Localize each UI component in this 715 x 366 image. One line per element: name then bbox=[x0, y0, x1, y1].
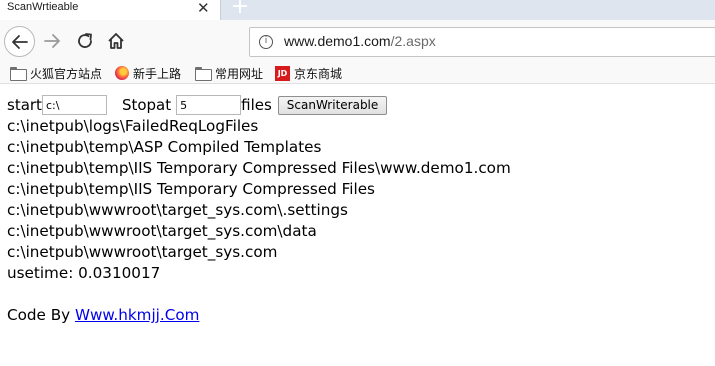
scan-form: start Stopat files ScanWriterable bbox=[7, 94, 707, 116]
results-list: c:\inetpub\logs\FailedReqLogFiles c:\ine… bbox=[7, 116, 707, 263]
page-content: start Stopat files ScanWriterable c:\ine… bbox=[7, 94, 707, 326]
tab-title: ScanWrtieable bbox=[7, 1, 79, 13]
jd-icon: JD bbox=[275, 65, 290, 81]
new-tab-icon[interactable]: + bbox=[229, 0, 251, 18]
forward-arrow-icon[interactable] bbox=[42, 31, 62, 51]
result-line: c:\inetpub\wwwroot\target_sys.com bbox=[7, 243, 278, 261]
stop-label: Stopat bbox=[121, 96, 172, 114]
url-text: www.demo1.com/2.aspx bbox=[284, 33, 436, 49]
reload-icon[interactable] bbox=[75, 31, 95, 51]
start-label: start bbox=[7, 96, 42, 114]
start-input[interactable] bbox=[41, 95, 107, 115]
bookmark-label: 京东商城 bbox=[294, 66, 343, 81]
usetime-text: usetime: 0.0310017 bbox=[7, 264, 161, 282]
footer-link[interactable]: Www.hkmjj.Com bbox=[75, 306, 199, 324]
info-icon[interactable]: i bbox=[259, 35, 273, 49]
bookmark-getting-started[interactable]: 新手上路 bbox=[115, 64, 181, 82]
firefox-icon bbox=[115, 66, 129, 80]
result-line: c:\inetpub\temp\IIS Temporary Compressed… bbox=[7, 180, 375, 198]
stop-input[interactable] bbox=[176, 95, 242, 115]
home-icon[interactable] bbox=[106, 31, 126, 51]
result-line: c:\inetpub\wwwroot\target_sys.com\.setti… bbox=[7, 201, 348, 219]
footer-credit: Code By Www.hkmjj.Com bbox=[7, 305, 707, 326]
bookmark-firefox-official[interactable]: 火狐官方站点 bbox=[10, 64, 102, 82]
bookmark-label: 新手上路 bbox=[133, 66, 182, 81]
navigation-bar: i www.demo1.com/2.aspx bbox=[0, 20, 715, 62]
url-host: www.demo1.com bbox=[284, 33, 391, 49]
back-button[interactable] bbox=[4, 26, 35, 57]
url-bar[interactable]: i www.demo1.com/2.aspx bbox=[249, 27, 715, 57]
bookmark-label: 火狐官方站点 bbox=[30, 66, 103, 81]
footer-prefix: Code By bbox=[7, 306, 75, 324]
back-arrow-icon bbox=[12, 35, 28, 49]
result-line: c:\inetpub\logs\FailedReqLogFiles bbox=[7, 117, 259, 135]
files-label: files bbox=[241, 96, 272, 114]
close-icon[interactable]: ✕ bbox=[197, 0, 210, 17]
tab-strip: ScanWrtieable ✕ + bbox=[0, 0, 715, 20]
result-line: c:\inetpub\wwwroot\target_sys.com\data bbox=[7, 222, 317, 240]
bookmark-label: 常用网址 bbox=[215, 66, 264, 81]
bookmark-jd-mall[interactable]: JD 京东商城 bbox=[275, 64, 342, 82]
scan-writerable-button[interactable]: ScanWriterable bbox=[277, 95, 388, 115]
folder-icon bbox=[195, 67, 212, 81]
bookmark-common-sites[interactable]: 常用网址 bbox=[195, 64, 263, 82]
tab-active[interactable]: ScanWrtieable ✕ bbox=[0, 0, 221, 20]
url-path: /2.aspx bbox=[390, 33, 436, 49]
folder-icon bbox=[10, 67, 27, 81]
result-line: c:\inetpub\temp\ASP Compiled Templates bbox=[7, 138, 322, 156]
result-line: c:\inetpub\temp\IIS Temporary Compressed… bbox=[7, 159, 511, 177]
bookmarks-bar: 火狐官方站点 新手上路 常用网址 JD 京东商城 bbox=[0, 62, 715, 84]
